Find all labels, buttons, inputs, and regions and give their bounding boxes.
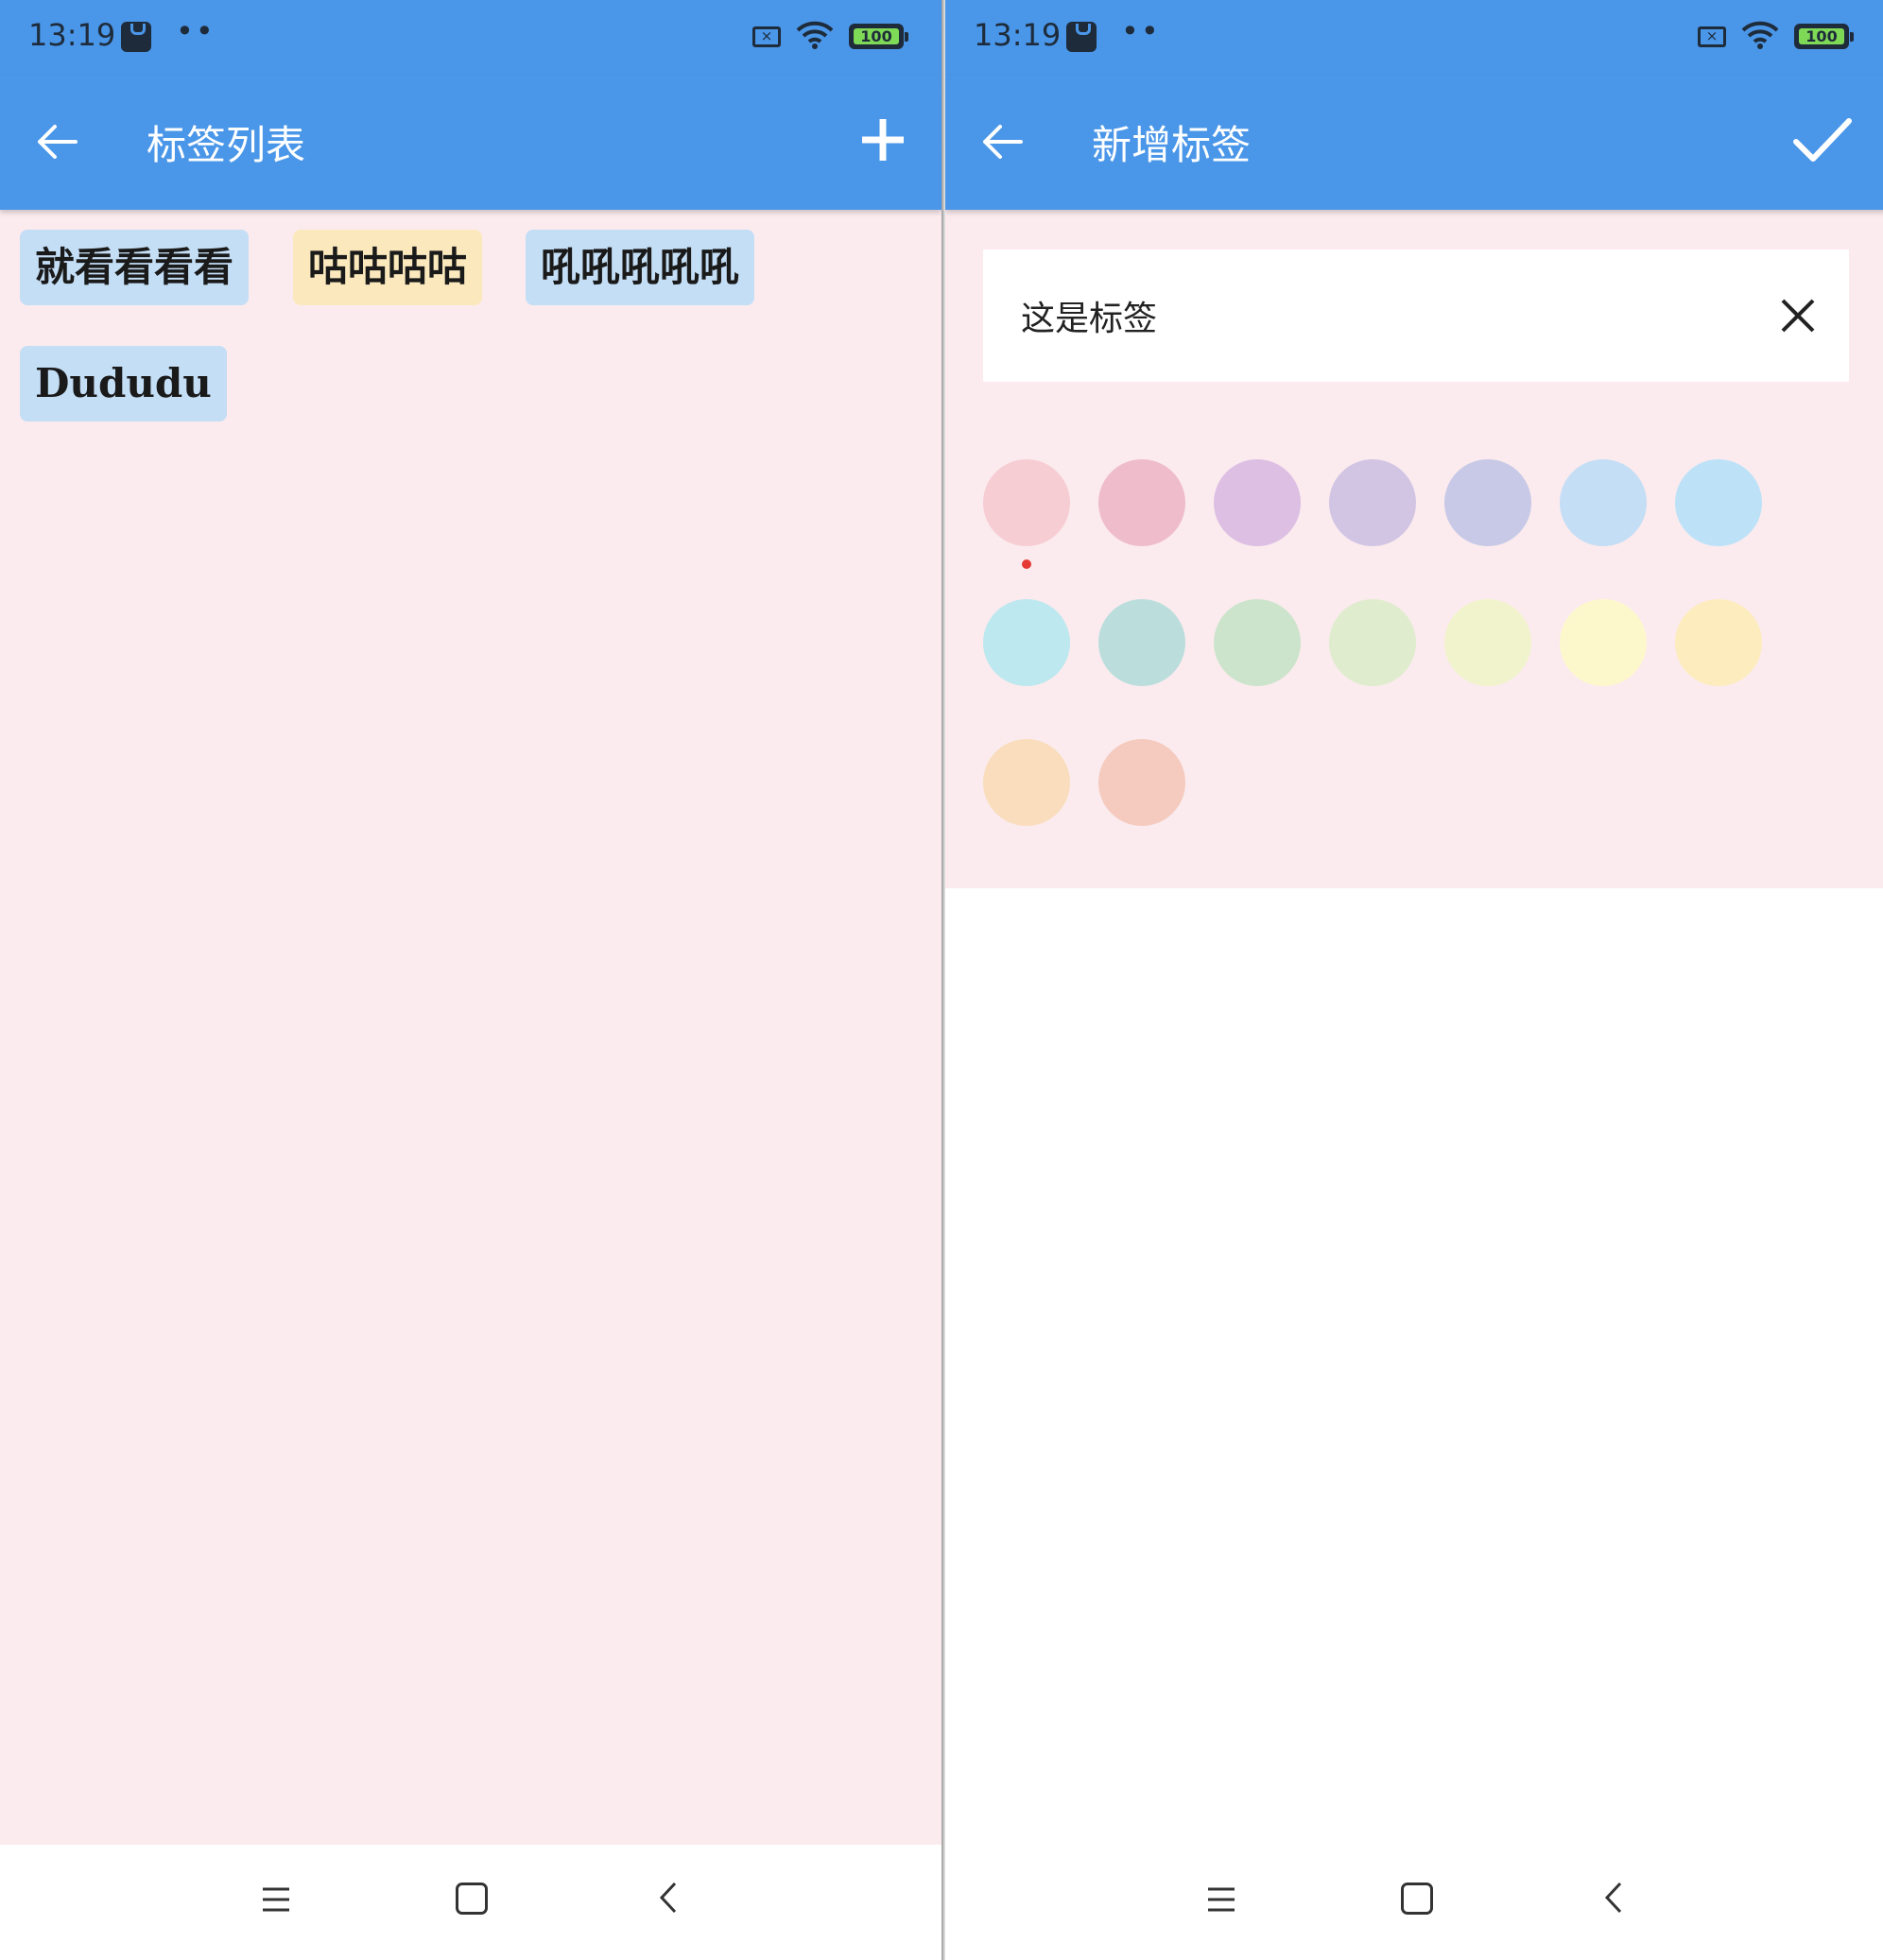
selected-indicator bbox=[1022, 559, 1031, 569]
notification-app-icon bbox=[1066, 22, 1097, 52]
color-swatch[interactable] bbox=[1098, 599, 1185, 686]
color-swatch[interactable] bbox=[983, 459, 1070, 546]
tag-label: 咕咕咕咕 bbox=[308, 244, 468, 290]
menu-icon[interactable] bbox=[261, 1886, 291, 1917]
wifi-icon bbox=[796, 21, 834, 53]
home-icon[interactable] bbox=[1401, 1883, 1433, 1915]
color-swatch[interactable] bbox=[1560, 599, 1647, 686]
chevron-left-icon[interactable] bbox=[1603, 1881, 1624, 1918]
system-nav-bar bbox=[0, 1845, 942, 1960]
page-title: 新增标签 bbox=[1092, 122, 1252, 168]
chevron-left-icon[interactable] bbox=[658, 1881, 679, 1918]
arrow-left-icon[interactable] bbox=[981, 123, 1023, 164]
tag-label: 就看看看看 bbox=[35, 244, 234, 290]
battery-level: 100 bbox=[854, 28, 899, 45]
tag-label: 吼吼吼吼吼 bbox=[541, 244, 740, 290]
tag-name-value[interactable]: 这是标签 bbox=[1021, 291, 1157, 340]
app-bar: 新增标签 bbox=[945, 76, 1883, 210]
add-tag-screen: 13:19 •• × 100 新增标签 这是标签 bbox=[945, 0, 1883, 1960]
tag-chip[interactable]: Dududu bbox=[20, 346, 227, 421]
color-swatch[interactable] bbox=[1444, 459, 1531, 546]
color-swatch[interactable] bbox=[1214, 459, 1301, 546]
home-icon[interactable] bbox=[456, 1883, 488, 1915]
tag-label: Dududu bbox=[35, 360, 212, 406]
status-dots: •• bbox=[176, 13, 216, 49]
status-time: 13:19 bbox=[974, 17, 1062, 53]
status-bar: 13:19 •• × 100 bbox=[0, 0, 942, 76]
color-swatch[interactable] bbox=[983, 599, 1070, 686]
color-swatch[interactable] bbox=[983, 739, 1070, 826]
status-time: 13:19 bbox=[28, 17, 116, 53]
menu-icon[interactable] bbox=[1206, 1886, 1236, 1917]
color-swatch[interactable] bbox=[1675, 459, 1762, 546]
system-nav-bar bbox=[945, 1845, 1883, 1960]
color-swatch[interactable] bbox=[1560, 459, 1647, 546]
no-sim-icon: × bbox=[1698, 26, 1726, 47]
notification-app-icon bbox=[121, 22, 151, 52]
color-swatch[interactable] bbox=[1444, 599, 1531, 686]
color-swatch[interactable] bbox=[1329, 459, 1416, 546]
color-swatch[interactable] bbox=[1098, 459, 1185, 546]
tag-list-screen: 13:19 •• × 100 标签列表 就看看看看 咕咕咕咕 吼吼吼吼吼 Dud… bbox=[0, 0, 942, 1960]
tag-name-input[interactable]: 这是标签 bbox=[983, 249, 1849, 382]
wifi-icon bbox=[1741, 21, 1779, 53]
status-dots: •• bbox=[1121, 13, 1161, 49]
tag-list: 就看看看看 咕咕咕咕 吼吼吼吼吼 Dududu bbox=[0, 210, 942, 1845]
arrow-left-icon[interactable] bbox=[36, 123, 78, 164]
tag-chip[interactable]: 咕咕咕咕 bbox=[293, 230, 483, 305]
color-swatch[interactable] bbox=[1329, 599, 1416, 686]
no-sim-icon: × bbox=[752, 26, 781, 47]
app-bar: 标签列表 bbox=[0, 76, 942, 210]
color-swatch[interactable] bbox=[1214, 599, 1301, 686]
battery-icon: 100 bbox=[1794, 24, 1854, 49]
add-tag-form: 这是标签 bbox=[945, 210, 1883, 888]
battery-icon: 100 bbox=[849, 24, 908, 49]
status-bar: 13:19 •• × 100 bbox=[945, 0, 1883, 76]
close-icon[interactable] bbox=[1779, 297, 1817, 338]
battery-level: 100 bbox=[1799, 28, 1844, 45]
plus-icon[interactable] bbox=[858, 113, 907, 170]
color-swatch[interactable] bbox=[1098, 739, 1185, 826]
page-title: 标签列表 bbox=[147, 122, 306, 168]
check-icon[interactable] bbox=[1792, 113, 1853, 170]
tag-chip[interactable]: 就看看看看 bbox=[20, 230, 250, 305]
tag-chip[interactable]: 吼吼吼吼吼 bbox=[526, 230, 755, 305]
color-swatch[interactable] bbox=[1675, 599, 1762, 686]
